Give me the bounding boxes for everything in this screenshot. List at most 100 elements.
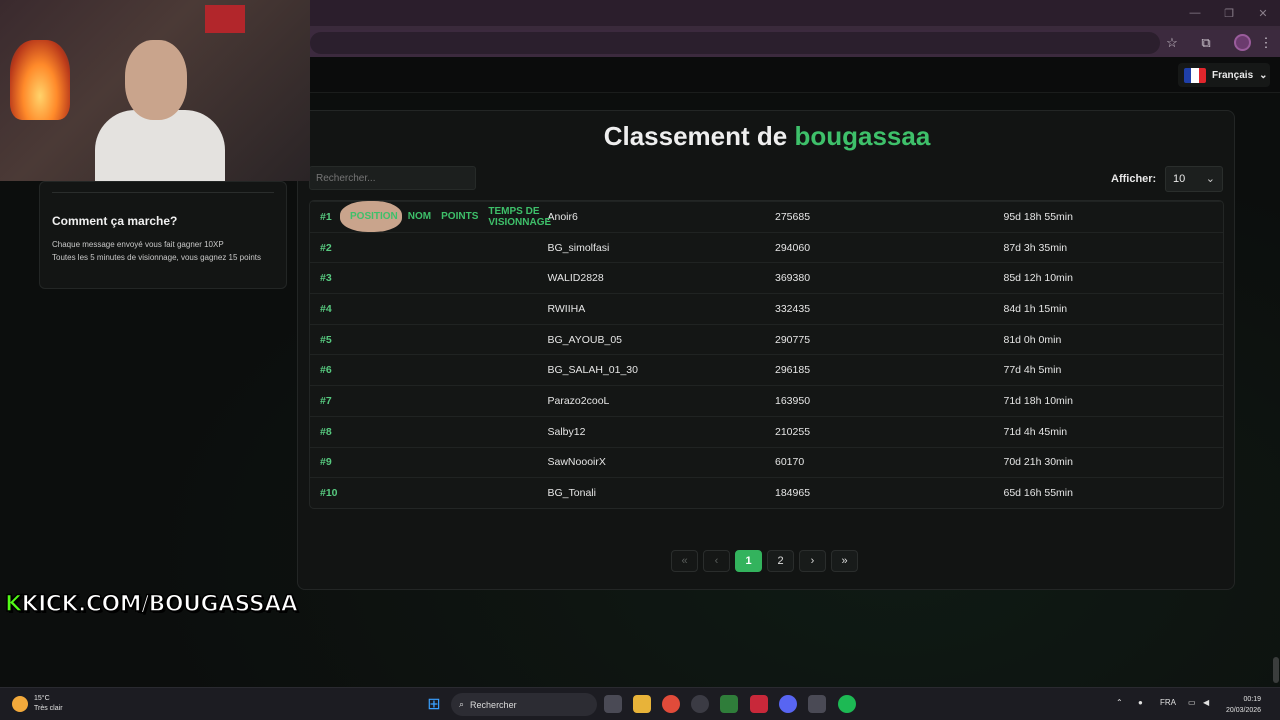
french-flag-icon bbox=[1184, 67, 1206, 83]
wall-flag-image bbox=[205, 5, 245, 33]
rank-cell: #9 bbox=[320, 456, 332, 469]
table-row: #10 BG_Tonali 184965 65d 16h 55min bbox=[310, 477, 1223, 508]
page-button-1[interactable]: 1 bbox=[735, 550, 762, 572]
app-box-icon[interactable] bbox=[808, 695, 826, 713]
taskbar-search[interactable]: ⌕ Rechercher bbox=[451, 693, 597, 716]
weather-icon bbox=[12, 696, 28, 712]
network-icon[interactable]: ▭ bbox=[1188, 698, 1196, 707]
watch-time-cell: 84d 1h 15min bbox=[1003, 302, 1068, 315]
app-green-icon[interactable] bbox=[720, 695, 738, 713]
watch-time-cell: 71d 4h 45min bbox=[1003, 425, 1068, 438]
microphone-icon[interactable]: ● bbox=[1138, 698, 1143, 707]
profile-avatar[interactable] bbox=[1234, 34, 1251, 51]
page-scrollbar[interactable] bbox=[1273, 657, 1279, 683]
page-size-select[interactable]: 10 ⌄ bbox=[1165, 166, 1223, 192]
table-row: #8 Salby12 210255 71d 4h 45min bbox=[310, 415, 1223, 447]
points-cell: 332435 bbox=[775, 302, 811, 315]
webcam-overlay bbox=[0, 0, 310, 181]
discord-icon[interactable] bbox=[779, 695, 797, 713]
table-row: #7 Parazo2cooL 163950 71d 18h 10min bbox=[310, 385, 1223, 416]
table-row: #4 RWIIHA 332435 84d 1h 15min bbox=[310, 293, 1223, 324]
rank-cell: #8 bbox=[320, 425, 332, 438]
watch-time-cell: 70d 21h 30min bbox=[1003, 456, 1073, 469]
show-label: Afficher: bbox=[1111, 173, 1157, 185]
rank-cell: #6 bbox=[320, 364, 332, 377]
bookmark-star-icon[interactable]: ☆ bbox=[1163, 34, 1181, 52]
name-cell: Parazo2cooL bbox=[547, 394, 610, 407]
chrome-icon[interactable] bbox=[662, 695, 680, 713]
restore-button[interactable]: ❐ bbox=[1212, 0, 1246, 26]
table-row: #2 BG_simolfasi 294060 87d 3h 35min bbox=[310, 231, 1223, 263]
last-page-button[interactable]: » bbox=[831, 550, 858, 572]
watch-time-cell: 85d 12h 10min bbox=[1003, 272, 1073, 285]
spotify-icon[interactable] bbox=[838, 695, 856, 713]
app-red-icon[interactable] bbox=[750, 695, 768, 713]
address-bar[interactable] bbox=[310, 32, 1160, 54]
input-language[interactable]: FRA bbox=[1160, 698, 1176, 707]
points-cell: 210255 bbox=[775, 425, 811, 438]
table-row: #5 BG_AYOUB_05 290775 81d 0h 0min bbox=[310, 323, 1223, 355]
chevron-down-icon: ⌄ bbox=[1259, 69, 1268, 81]
kick-logo-letter: K bbox=[4, 591, 22, 617]
minimize-button[interactable]: — bbox=[1178, 0, 1212, 26]
name-cell: Anoir6 bbox=[547, 210, 578, 223]
volume-icon[interactable]: ◀ bbox=[1203, 698, 1209, 707]
column-header-name[interactable]: NOM bbox=[398, 211, 431, 222]
watch-time-cell: 87d 3h 35min bbox=[1003, 241, 1068, 254]
points-cell: 294060 bbox=[775, 241, 811, 254]
name-cell: BG_Tonali bbox=[547, 487, 596, 500]
rank-cell: #10 bbox=[320, 487, 338, 500]
weather-widget[interactable]: 15°C Très clair bbox=[12, 694, 63, 714]
leaderboard-table: POSITION NOM POINTS TEMPS DE VISIONNAGE … bbox=[309, 200, 1224, 509]
watch-time-cell: 65d 16h 55min bbox=[1003, 487, 1073, 500]
rank-cell: #3 bbox=[320, 272, 332, 285]
rule-message-xp: Chaque message envoyé vous fait gagner 1… bbox=[52, 240, 224, 249]
first-page-button[interactable]: « bbox=[671, 550, 698, 572]
next-page-button[interactable]: › bbox=[799, 550, 826, 572]
kick-channel-watermark: KKICK.COM/BOUGASSAA bbox=[4, 591, 299, 617]
search-input[interactable] bbox=[309, 166, 476, 190]
language-selector[interactable]: Français ⌄ bbox=[1178, 63, 1270, 87]
name-cell: BG_SALAH_01_30 bbox=[547, 364, 638, 377]
rank-cell: #5 bbox=[320, 333, 332, 346]
page-size-value: 10 bbox=[1173, 173, 1186, 185]
task-view-icon[interactable] bbox=[604, 695, 622, 713]
chevron-down-icon: ⌄ bbox=[1205, 173, 1215, 185]
points-cell: 60170 bbox=[775, 456, 805, 469]
leaderboard-card: Classement de bougassaa Afficher: 10 ⌄ P… bbox=[297, 110, 1235, 590]
extensions-icon[interactable]: ⧉ bbox=[1197, 34, 1215, 52]
weather-condition: Très clair bbox=[34, 705, 63, 712]
table-row: #6 BG_SALAH_01_30 296185 77d 4h 5min bbox=[310, 354, 1223, 385]
name-cell: RWIIHA bbox=[547, 302, 586, 315]
taskbar-clock[interactable]: 00:19 20/03/2026 bbox=[1226, 694, 1261, 716]
page-button-2[interactable]: 2 bbox=[767, 550, 794, 572]
column-header-watch-time[interactable]: TEMPS DE VISIONNAGE bbox=[478, 206, 551, 228]
points-cell: 163950 bbox=[775, 394, 811, 407]
clock-time: 00:19 bbox=[1243, 696, 1262, 703]
file-explorer-icon[interactable] bbox=[633, 695, 651, 713]
points-cell: 290775 bbox=[775, 333, 811, 346]
browser-menu-icon[interactable]: ⋮ bbox=[1257, 34, 1275, 52]
tray-chevron-up-icon[interactable]: ⌃ bbox=[1116, 698, 1123, 707]
previous-page-button[interactable]: ‹ bbox=[703, 550, 730, 572]
clock-date: 20/03/2026 bbox=[1226, 707, 1262, 714]
close-window-button[interactable]: ✕ bbox=[1246, 0, 1280, 26]
name-cell: Salby12 bbox=[547, 425, 586, 438]
rule-watch-points: Toutes les 5 minutes de visionnage, vous… bbox=[52, 253, 262, 262]
start-menu-icon[interactable]: ⊞ bbox=[425, 695, 443, 713]
name-cell: WALID2828 bbox=[547, 272, 604, 285]
points-cell: 184965 bbox=[775, 487, 811, 500]
kick-url-text: KICK.COM/BOUGASSAA bbox=[21, 591, 299, 617]
search-icon: ⌕ bbox=[459, 699, 465, 709]
divider bbox=[52, 192, 274, 193]
title-prefix: Classement de bbox=[603, 121, 788, 151]
watch-time-cell: 77d 4h 5min bbox=[1003, 364, 1062, 377]
column-header-position[interactable]: POSITION bbox=[340, 211, 398, 222]
rank-cell: #4 bbox=[320, 302, 332, 315]
title-streamer-name: bougassaa bbox=[794, 121, 931, 151]
obs-icon[interactable] bbox=[691, 695, 709, 713]
column-header-points[interactable]: POINTS bbox=[431, 211, 478, 222]
how-it-works-title: Comment ça marche? bbox=[52, 214, 178, 228]
rank-cell: #7 bbox=[320, 394, 332, 407]
page-title: Classement de bougassaa bbox=[298, 121, 1236, 152]
